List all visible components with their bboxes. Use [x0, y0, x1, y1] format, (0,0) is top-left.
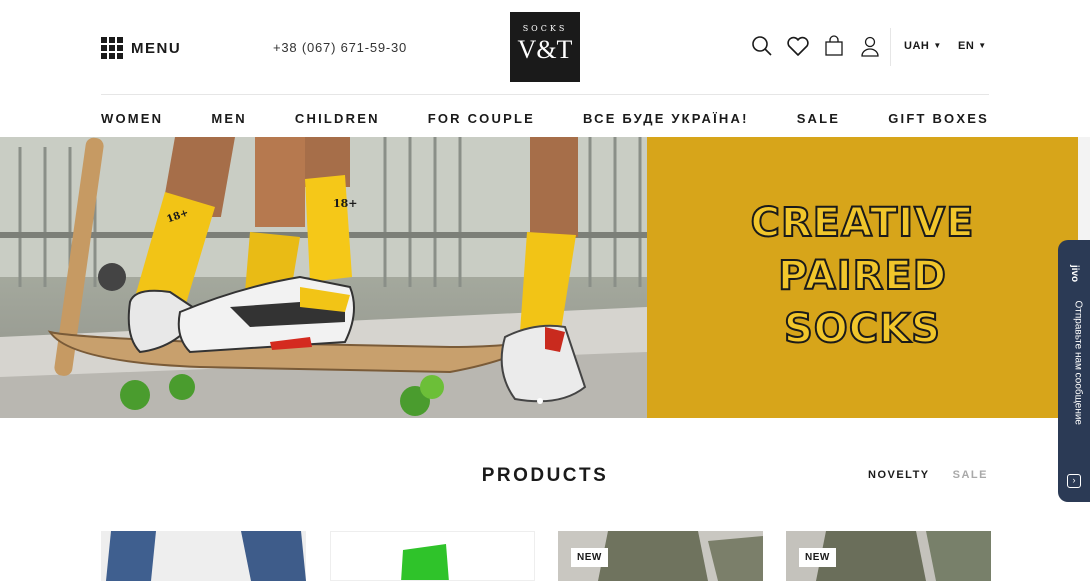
user-icon[interactable] — [858, 34, 882, 58]
hero-line-3: SOCKS — [783, 305, 941, 353]
product-card[interactable] — [101, 531, 306, 581]
main-nav: WOMEN MEN CHILDREN FOR COUPLE ВСЕ БУДЕ У… — [101, 111, 989, 126]
chevron-down-icon: ▼ — [933, 40, 942, 50]
heart-icon[interactable] — [786, 34, 810, 58]
logo-main-text: V&T — [517, 35, 573, 64]
header-divider — [890, 28, 891, 66]
product-tabs: NOVELTY SALE — [868, 469, 988, 481]
nav-item-women[interactable]: WOMEN — [101, 111, 163, 126]
menu-label: MENU — [131, 39, 182, 57]
hero-line-1: CREATIVE — [750, 199, 975, 247]
nav-item-for-couple[interactable]: FOR COUPLE — [428, 111, 535, 126]
logo[interactable]: SOCKS V&T — [510, 12, 580, 82]
nav-item-children[interactable]: CHILDREN — [295, 111, 380, 126]
hero-headline: CREATIVE PAIRED SOCKS — [647, 197, 1078, 356]
chat-label: Отправьте нам сообщение — [1072, 300, 1084, 426]
currency-value: UAH — [904, 40, 930, 52]
header-icons — [750, 34, 882, 58]
product-image — [331, 532, 534, 580]
site-header: MENU +38 (067) 671-59-30 SOCKS V&T UAH ▼… — [0, 0, 1090, 95]
chevron-down-icon: ▼ — [978, 40, 987, 50]
phone-link[interactable]: +38 (067) 671-59-30 — [273, 40, 407, 55]
product-card[interactable]: NEW — [558, 531, 763, 581]
slider-dot[interactable] — [537, 398, 543, 404]
language-value: EN — [958, 40, 975, 52]
nav-item-ukraine[interactable]: ВСЕ БУДЕ УКРАЇНА! — [583, 111, 749, 126]
nav-item-men[interactable]: MEN — [211, 111, 247, 126]
grid-menu-icon — [101, 37, 123, 59]
hero-text-panel: CREATIVE PAIRED SOCKS — [647, 137, 1078, 418]
new-badge: NEW — [799, 548, 836, 567]
chat-widget-tab[interactable]: jivo Отправьте нам сообщение › — [1058, 240, 1090, 502]
hero-banner[interactable]: 18+ 18+ CREATIVE PAIRED SOCKS — [0, 137, 1090, 418]
product-card[interactable]: NEW — [786, 531, 991, 581]
language-select[interactable]: EN ▼ — [958, 40, 987, 52]
tab-novelty[interactable]: NOVELTY — [868, 469, 930, 481]
hero-line-2: PAIRED — [777, 252, 947, 300]
logo-top-text: SOCKS — [522, 24, 568, 33]
bag-icon[interactable] — [822, 34, 846, 58]
new-badge: NEW — [571, 548, 608, 567]
hero-photo: 18+ 18+ — [0, 137, 647, 418]
menu-button[interactable]: MENU — [101, 37, 181, 59]
search-icon[interactable] — [750, 34, 774, 58]
tab-sale[interactable]: SALE — [953, 469, 988, 481]
product-image — [101, 531, 306, 581]
product-card[interactable] — [330, 531, 535, 581]
sock-print-text: 18+ — [333, 197, 358, 210]
nav-item-gift-boxes[interactable]: GIFT BOXES — [888, 111, 989, 126]
nav-item-sale[interactable]: SALE — [797, 111, 840, 126]
chat-brand: jivo — [1069, 264, 1081, 283]
currency-select[interactable]: UAH ▼ — [904, 40, 942, 52]
header-divider-line — [101, 94, 989, 95]
